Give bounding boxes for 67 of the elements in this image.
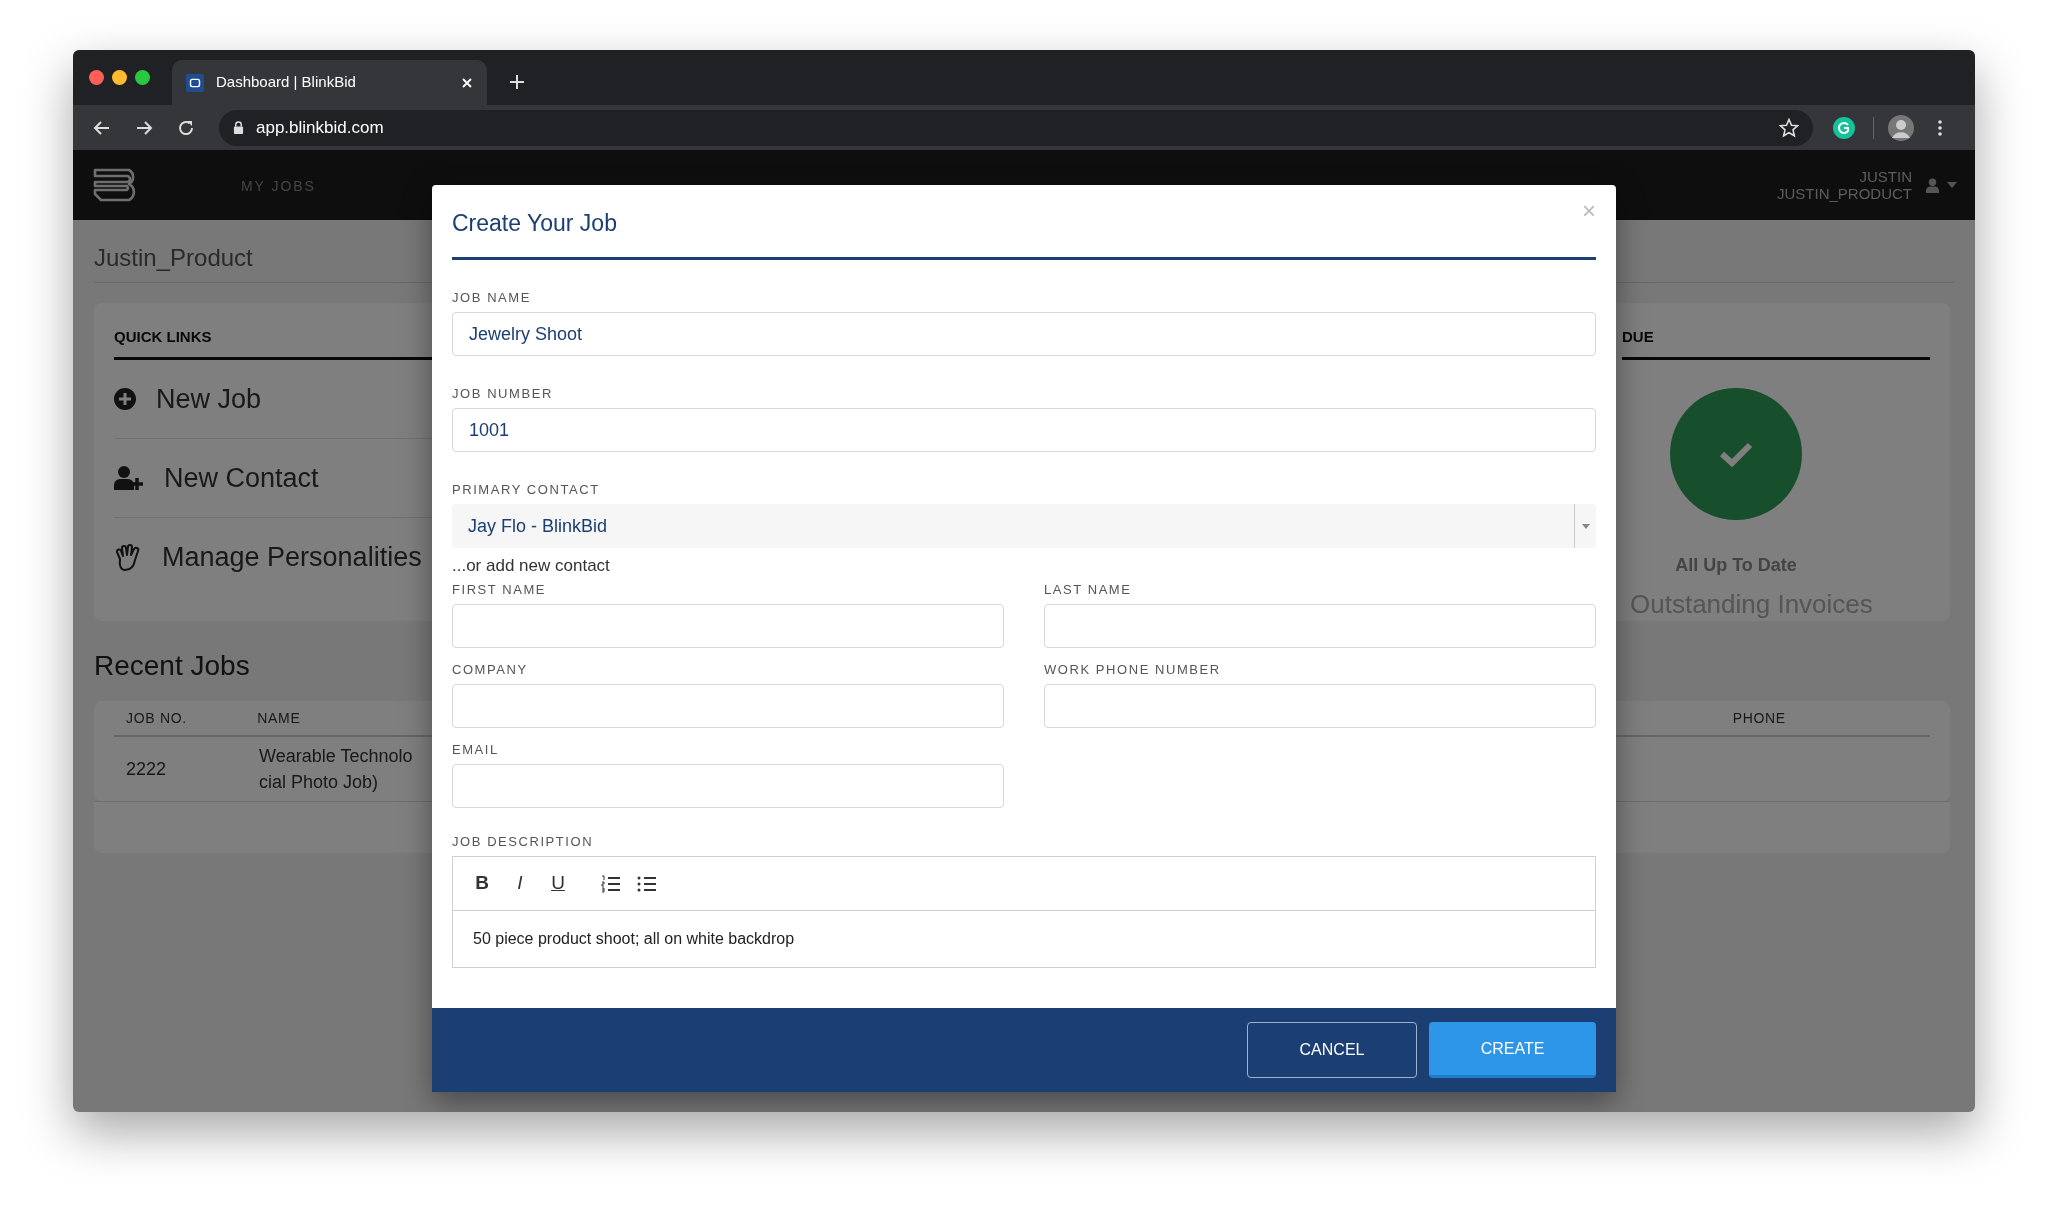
close-icon[interactable] xyxy=(461,76,473,89)
lock-icon xyxy=(233,121,244,134)
bullet-list-icon[interactable] xyxy=(637,874,657,893)
table-cell: 2222 xyxy=(126,758,167,779)
site-icon xyxy=(186,73,204,92)
caret-icon[interactable] xyxy=(1947,182,1957,188)
check-icon xyxy=(1718,440,1754,468)
section-heading: DUE xyxy=(1622,328,1654,345)
user-icon[interactable] xyxy=(1926,177,1939,193)
dropdown[interactable]: Jay Flo - BlinkBid xyxy=(452,504,1596,548)
input-field[interactable]: Jewelry Shoot xyxy=(452,312,1596,356)
window-control[interactable] xyxy=(89,70,104,85)
input-field[interactable] xyxy=(1044,684,1596,728)
underline-button[interactable]: U xyxy=(549,869,567,898)
bold-button[interactable]: B xyxy=(473,869,491,898)
window-control[interactable] xyxy=(112,70,127,85)
field-label: LAST NAME xyxy=(1044,582,1133,598)
field-label: WORK PHONE NUMBER xyxy=(1044,662,1222,678)
field-label: JOB NAME xyxy=(452,290,532,306)
new-tab-icon[interactable] xyxy=(509,73,525,90)
add-person-icon xyxy=(114,466,144,490)
column-header: PHONE xyxy=(1732,709,1786,726)
editor-text: 50 piece product shoot; all on white backdrop xyxy=(473,929,795,949)
address-bar[interactable]: app.blinkbid.com xyxy=(219,109,1813,146)
field-label: FIRST NAME xyxy=(452,582,548,598)
field-label: EMAIL xyxy=(452,742,500,758)
caret-icon xyxy=(1581,523,1590,529)
hand-icon xyxy=(114,543,142,572)
browser-tab[interactable]: Dashboard | BlinkBid xyxy=(172,60,487,105)
quick-link[interactable]: Manage Personalities xyxy=(162,537,422,578)
user-login: JUSTIN_PRODUCT xyxy=(1777,185,1912,202)
column-header: NAME xyxy=(257,709,301,726)
menu-icon[interactable] xyxy=(1938,119,1942,136)
section-title: Recent Jobs xyxy=(94,649,250,683)
extension-icon[interactable] xyxy=(1833,116,1855,139)
table-cell-text: Wearable Technolo xyxy=(259,745,413,768)
dialog-title: Create Your Job xyxy=(452,209,617,237)
italic-button[interactable]: I xyxy=(511,869,529,898)
status-text: All Up To Date xyxy=(1675,554,1797,577)
add-contact-link[interactable]: ...or add new contact xyxy=(452,554,610,578)
forward-icon[interactable] xyxy=(135,118,153,137)
user-name: JUSTIN xyxy=(1859,168,1912,185)
field-label: PRIMARY CONTACT xyxy=(452,482,601,498)
back-icon[interactable] xyxy=(93,118,111,137)
input-field[interactable] xyxy=(452,764,1004,808)
input-field[interactable] xyxy=(1044,604,1596,648)
field-label: COMPANY xyxy=(452,662,529,678)
numbered-list-icon[interactable] xyxy=(601,874,621,893)
field-label: JOB NUMBER xyxy=(452,386,554,402)
avatar-icon[interactable] xyxy=(1888,114,1914,141)
reload-icon[interactable] xyxy=(177,118,195,137)
url-text: app.blinkbid.com xyxy=(256,116,385,139)
input-field[interactable] xyxy=(452,604,1004,648)
quick-link[interactable]: New Job xyxy=(156,378,262,420)
star-icon[interactable] xyxy=(1779,117,1799,138)
section-heading: QUICK LINKS xyxy=(114,328,212,345)
table-cell-text: cial Photo Job) xyxy=(259,771,379,794)
page-title: Justin_Product xyxy=(94,244,254,272)
tab-title: Dashboard | BlinkBid xyxy=(216,72,357,93)
window-control[interactable] xyxy=(135,70,150,85)
plus-circle-icon xyxy=(114,388,136,410)
quick-link[interactable]: New Contact xyxy=(164,457,319,499)
input-field[interactable] xyxy=(452,684,1004,728)
column-header: JOB NO. xyxy=(126,709,187,726)
input-field[interactable]: 1001 xyxy=(452,408,1596,452)
cancel-button[interactable]: CANCEL xyxy=(1247,1022,1417,1078)
field-label: JOB DESCRIPTION xyxy=(452,834,595,850)
